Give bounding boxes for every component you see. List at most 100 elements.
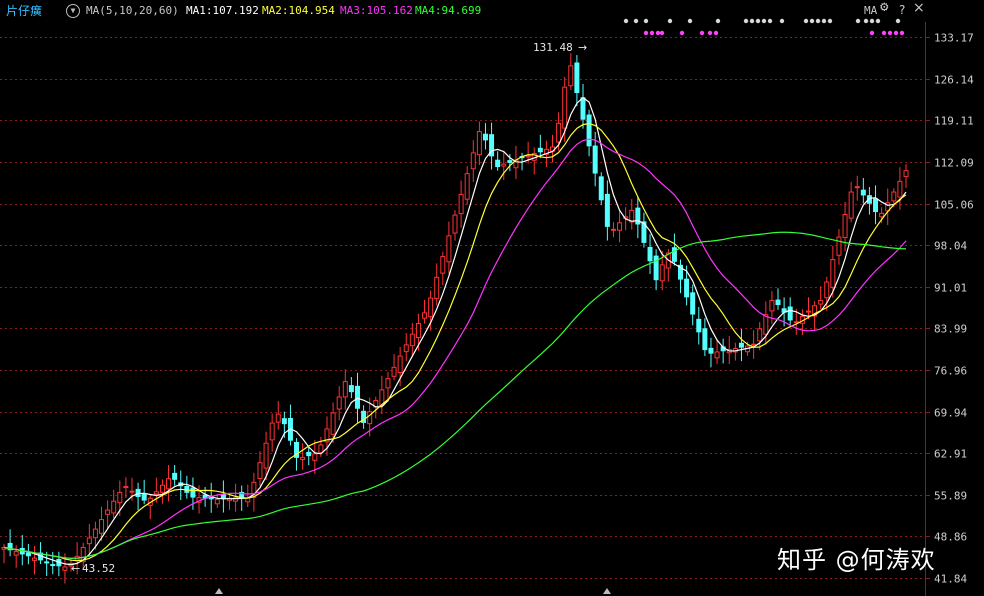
signal-star-icon	[815, 18, 821, 24]
signal-star-icon	[899, 30, 905, 36]
signal-star-icon	[715, 18, 721, 24]
signal-star-icon	[893, 30, 899, 36]
candle-body	[105, 509, 111, 515]
candle-body	[263, 442, 269, 469]
chart-canvas: 133.17 126.14 119.11 112.09 105.06 98.04 91.01…	[0, 18, 974, 596]
candle-body	[452, 214, 458, 234]
signal-star-icon	[655, 30, 661, 36]
high-price-label: 131.48	[533, 41, 573, 54]
y-axis: 133.17 126.14 119.11 112.09 105.06 98.04 91.01…	[925, 32, 974, 586]
candle-body	[446, 235, 452, 263]
candle-body	[903, 170, 909, 178]
signal-star-icon	[667, 18, 673, 24]
candle-body	[769, 299, 775, 312]
y-tick-label: 69.94	[934, 407, 967, 420]
candle-body	[117, 491, 123, 504]
candle-body	[751, 343, 757, 346]
indicator-name[interactable]: MA(5,10,20,60)	[86, 4, 179, 20]
ma-toggle-button[interactable]: MA	[864, 4, 877, 20]
candle-body	[44, 561, 50, 564]
ma4-value: MA4:94.699	[415, 4, 482, 17]
candle-body	[598, 176, 604, 201]
close-icon[interactable]: ×	[913, 1, 925, 17]
y-tick-label: 112.09	[934, 157, 974, 170]
candle-body	[495, 159, 501, 168]
candle-body	[537, 147, 543, 153]
scroll-left-triangle-icon[interactable]	[215, 588, 223, 594]
candle-body	[458, 193, 464, 215]
chevron-down-icon[interactable]: ▼	[66, 4, 80, 18]
candle-body	[50, 564, 56, 567]
signal-star-icon	[707, 30, 713, 36]
candle-body	[763, 314, 769, 335]
y-tick-label: 41.84	[934, 573, 967, 586]
signal-star-icon	[749, 18, 755, 24]
y-tick-label: 62.91	[934, 448, 967, 461]
signal-star-icon	[713, 30, 719, 36]
y-tick-label: 105.06	[934, 199, 974, 212]
candle-body	[354, 385, 360, 409]
candle-body	[854, 186, 860, 189]
candle-body	[470, 152, 476, 170]
candle-body	[422, 312, 428, 319]
candle-body	[31, 557, 37, 561]
price-markers: 131.48 → ← 43.52	[71, 41, 587, 575]
y-tick-label: 133.17	[934, 32, 974, 45]
y-tick-label: 98.04	[934, 240, 967, 253]
candle-body	[897, 180, 903, 198]
candle-body	[824, 281, 830, 299]
candle-body	[562, 86, 568, 129]
candle-body	[275, 413, 281, 423]
candle-body	[434, 276, 440, 299]
candle-body	[714, 351, 720, 359]
high-arrow-icon: →	[578, 41, 587, 54]
signal-star-icon	[761, 18, 767, 24]
signal-star-icon	[679, 30, 685, 36]
candle-body	[190, 487, 196, 498]
candle-body	[391, 366, 397, 377]
ma2-value: MA2:104.954	[262, 4, 335, 17]
signal-star-icon	[699, 30, 705, 36]
help-button[interactable]: ?	[899, 3, 905, 19]
candle-body	[507, 160, 513, 163]
gear-icon[interactable]: ⚙	[880, 0, 888, 16]
candle-body	[818, 299, 824, 305]
candle-body	[428, 297, 434, 318]
candle-body	[129, 490, 135, 493]
candle-body	[257, 462, 263, 479]
y-tick-label: 55.89	[934, 490, 967, 503]
candle-body	[348, 385, 354, 393]
scroll-right-triangle-icon[interactable]	[603, 588, 611, 594]
signal-star-icon	[659, 30, 665, 36]
stock-name[interactable]: 片仔癀	[6, 4, 42, 20]
candle-body	[312, 453, 318, 461]
signal-star-icon	[895, 18, 901, 24]
candle-body	[281, 418, 287, 425]
candle-body	[708, 347, 714, 354]
candle-body	[842, 214, 848, 239]
scroll-markers	[215, 588, 611, 594]
candle-body	[501, 163, 507, 167]
candle-body	[385, 378, 391, 389]
candle-body	[166, 478, 172, 490]
candle-body	[269, 422, 275, 441]
candle-body	[214, 498, 220, 505]
candle-body	[525, 155, 531, 158]
signal-star-icon	[855, 18, 861, 24]
candle-body	[153, 491, 159, 495]
candle-body	[141, 493, 147, 501]
candle-body	[757, 328, 763, 342]
signal-star-icon	[755, 18, 761, 24]
signal-star-icon	[687, 18, 693, 24]
candle-body	[482, 133, 488, 141]
signal-star-icon	[869, 30, 875, 36]
signal-star-icon	[821, 18, 827, 24]
candle-body	[580, 97, 586, 120]
candle-body	[586, 114, 592, 147]
candle-body	[409, 333, 415, 347]
candle-body	[659, 264, 665, 282]
signal-star-icon	[623, 18, 629, 24]
candle-body	[805, 310, 811, 313]
signal-star-icon	[643, 30, 649, 36]
candle-body	[610, 228, 616, 231]
